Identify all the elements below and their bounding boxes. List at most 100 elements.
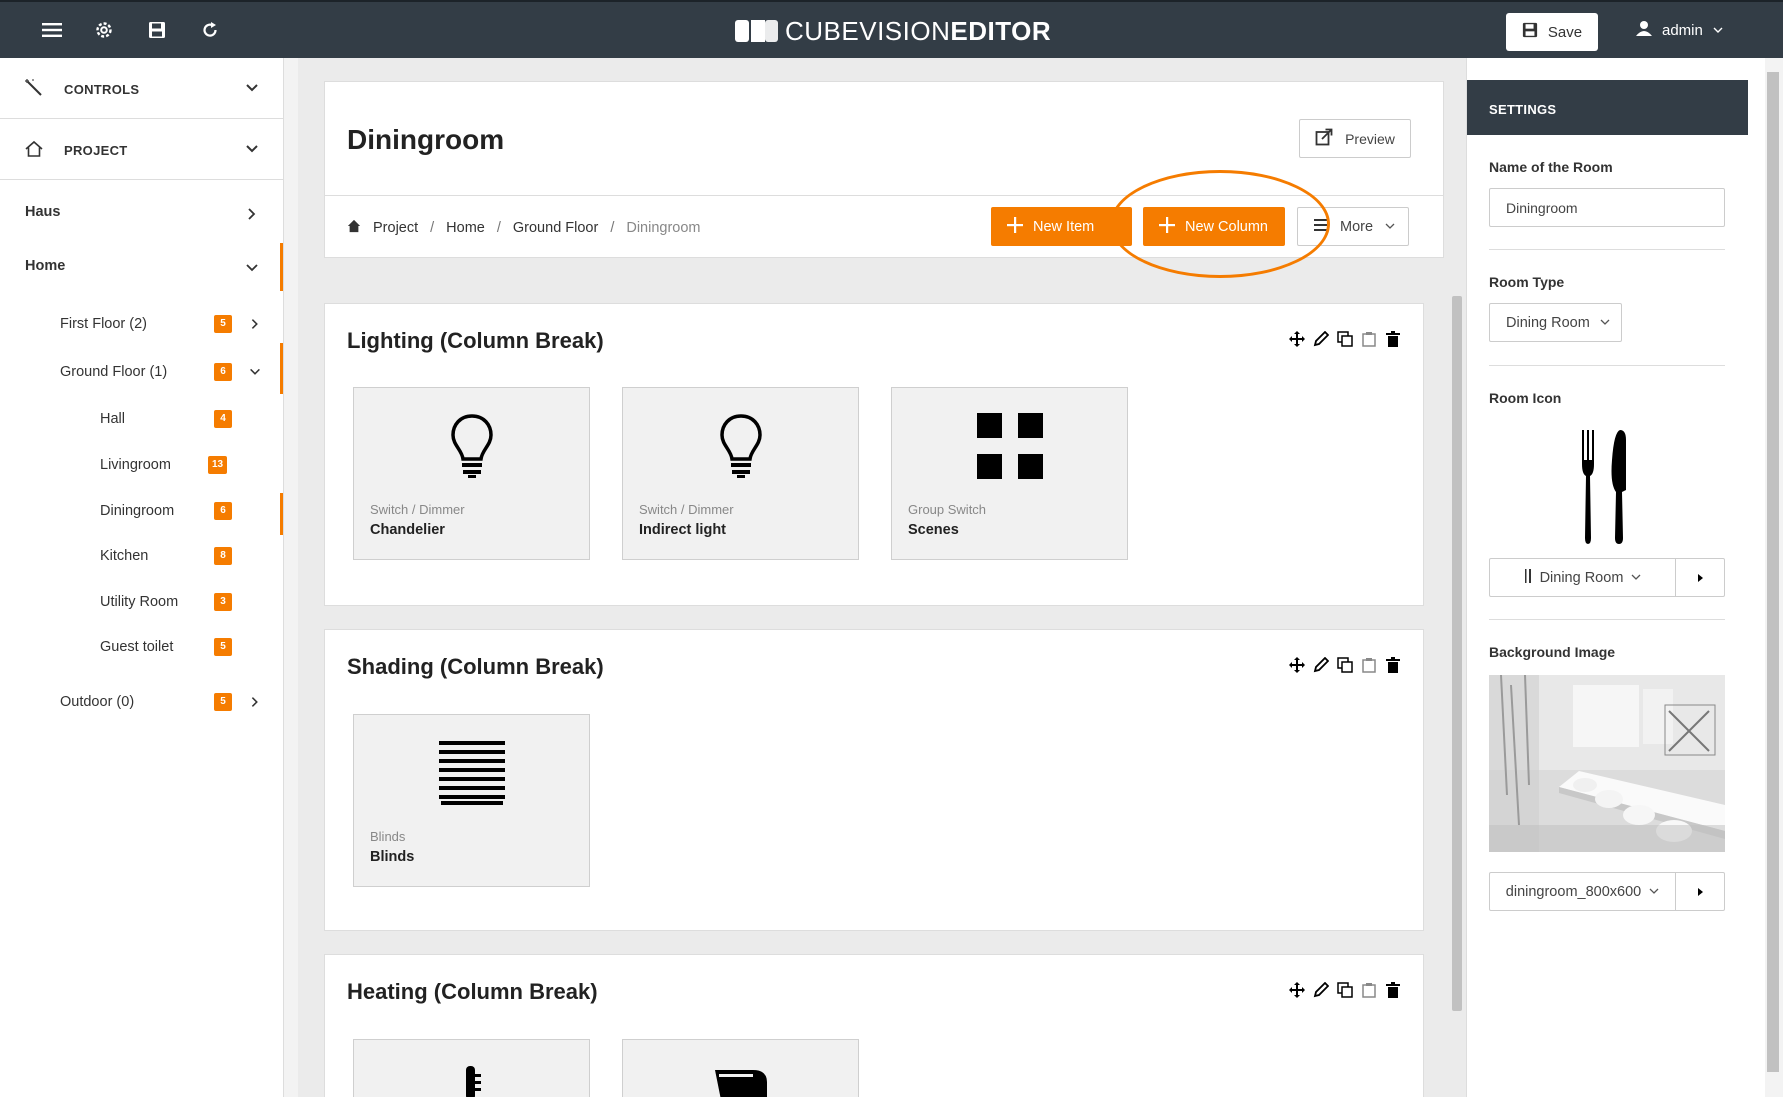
sidebar-item-label: Home — [25, 258, 66, 274]
sidebar-item-guest-toilet[interactable]: Guest toilet 5 — [0, 627, 283, 667]
room-type-label: Room Type — [1489, 274, 1565, 290]
user-name: admin — [1662, 21, 1703, 39]
background-image-label: Background Image — [1489, 644, 1616, 660]
move-icon[interactable] — [1288, 330, 1306, 348]
trash-icon[interactable] — [1384, 981, 1402, 999]
breadcrumb-item[interactable]: Home — [446, 220, 485, 236]
copy-icon[interactable] — [1336, 981, 1354, 999]
group-title: Shading (Column Break) — [347, 654, 604, 679]
background-image-value: diningroom_800x600 — [1505, 883, 1642, 900]
breadcrumb: Project / Home / Ground Floor / Diningro… — [347, 219, 701, 237]
caret-right-icon[interactable] — [1676, 873, 1724, 910]
highlight-annotation — [1110, 170, 1330, 278]
chevron-down-icon — [1713, 22, 1723, 39]
room-icon-select[interactable]: Dining Room — [1489, 558, 1725, 597]
chevron-down-icon — [1385, 219, 1395, 235]
background-image-dropdown[interactable]: diningroom_800x600 — [1490, 873, 1676, 910]
breadcrumb-item[interactable]: Ground Floor — [513, 220, 598, 236]
copy-icon[interactable] — [1336, 330, 1354, 348]
tile-name: Chandelier — [370, 522, 445, 538]
sidebar-item-home[interactable]: Home — [0, 246, 283, 286]
count-badge: 8 — [214, 547, 232, 565]
sidebar-item-outdoor[interactable]: Outdoor (0) 5 — [0, 682, 283, 722]
room-name-input[interactable]: Diningroom — [1489, 188, 1725, 227]
breadcrumb-separator: / — [496, 220, 501, 236]
item-tile[interactable]: Blinds Blinds — [353, 714, 590, 887]
chevron-down-icon — [244, 260, 260, 276]
group-card-lighting: Lighting (Column Break) Switch / Dimmer … — [324, 303, 1424, 606]
tile-type: Group Switch — [908, 502, 987, 517]
background-image-select[interactable]: diningroom_800x600 — [1489, 872, 1725, 911]
group-title: Lighting (Column Break) — [347, 328, 604, 353]
item-tile[interactable]: Group Switch Scenes — [891, 387, 1128, 560]
breadcrumb-item[interactable]: Project — [373, 220, 418, 236]
room-type-select[interactable]: Dining Room — [1489, 303, 1622, 342]
pencil-icon[interactable] — [1312, 981, 1330, 999]
item-tile[interactable]: Switch / Dimmer Indirect light — [622, 387, 859, 560]
copy-icon[interactable] — [1336, 656, 1354, 674]
sidebar-item-livingroom[interactable]: Livingroom 13 — [0, 445, 283, 485]
tile-name: Blinds — [370, 849, 415, 865]
sidebar-item-diningroom[interactable]: Diningroom 6 — [0, 491, 283, 531]
sidebar-scrollbar[interactable] — [284, 58, 298, 1097]
chevron-down-icon — [248, 365, 264, 381]
item-tile[interactable]: Switch / Dimmer Chandelier — [353, 387, 590, 560]
sidebar-item-ground-floor[interactable]: Ground Floor (1) 6 — [0, 352, 283, 392]
room-icon-label: Room Icon — [1489, 390, 1562, 406]
fork-knife-icon — [1524, 568, 1532, 587]
grid-icon — [892, 410, 1127, 482]
group-toolbar — [1288, 981, 1402, 999]
count-badge: 4 — [214, 410, 232, 428]
chevron-down-icon — [1600, 315, 1610, 331]
window-scrollbar-thumb[interactable] — [1767, 72, 1779, 1072]
caret-right-icon[interactable] — [1676, 559, 1724, 596]
trash-icon[interactable] — [1384, 330, 1402, 348]
top-bar: CUBEVISION EDITOR Save admin — [0, 0, 1783, 58]
user-menu[interactable]: admin — [1636, 20, 1723, 40]
room-icon-dropdown[interactable]: Dining Room — [1490, 559, 1676, 596]
item-tile[interactable] — [622, 1039, 859, 1097]
count-badge: 6 — [214, 502, 232, 520]
sidebar-section-project[interactable]: PROJECT — [0, 119, 283, 180]
save-label: Save — [1547, 23, 1583, 41]
room-type-value: Dining Room — [1506, 314, 1590, 331]
sidebar-item-first-floor[interactable]: First Floor (2) 5 — [0, 304, 283, 344]
move-icon[interactable] — [1288, 981, 1306, 999]
background-image-preview[interactable] — [1489, 675, 1725, 852]
sidebar-item-hall[interactable]: Hall 4 — [0, 399, 283, 439]
refresh-icon[interactable] — [196, 16, 224, 44]
clipboard-icon[interactable] — [1360, 656, 1378, 674]
move-icon[interactable] — [1288, 656, 1306, 674]
floppy-icon[interactable] — [143, 16, 171, 44]
count-badge: 13 — [208, 456, 228, 474]
sidebar-item-utility-room[interactable]: Utility Room 3 — [0, 582, 283, 622]
pencil-icon[interactable] — [1312, 656, 1330, 674]
settings-divider — [1489, 249, 1725, 250]
clipboard-icon[interactable] — [1360, 981, 1378, 999]
breadcrumb-separator: / — [430, 220, 435, 236]
chevron-right-icon — [244, 206, 260, 222]
group-title: Heating (Column Break) — [347, 979, 598, 1004]
tile-name: Scenes — [908, 522, 959, 538]
menu-icon[interactable] — [38, 16, 66, 44]
brand-name-light: CUBEVISION — [785, 15, 951, 46]
count-badge: 6 — [214, 363, 232, 381]
main-scrollbar-thumb[interactable] — [1452, 296, 1462, 1011]
chevron-right-icon — [248, 695, 264, 711]
plus-icon — [1007, 216, 1023, 237]
sidebar-item-kitchen[interactable]: Kitchen 8 — [0, 536, 283, 576]
save-button[interactable]: Save — [1506, 13, 1598, 51]
settings-divider — [1489, 365, 1725, 366]
sidebar-section-controls[interactable]: CONTROLS — [0, 58, 283, 119]
item-tile[interactable] — [353, 1039, 590, 1097]
sidebar-item-haus[interactable]: Haus — [0, 192, 283, 232]
gear-icon[interactable] — [90, 16, 118, 44]
preview-button[interactable]: Preview — [1299, 119, 1411, 158]
group-toolbar — [1288, 656, 1402, 674]
sidebar-item-label: Diningroom — [100, 503, 175, 519]
sidebar-item-label: First Floor (2) — [60, 316, 147, 332]
new-item-label: New Item — [1033, 218, 1095, 235]
trash-icon[interactable] — [1384, 656, 1402, 674]
pencil-icon[interactable] — [1312, 330, 1330, 348]
clipboard-icon[interactable] — [1360, 330, 1378, 348]
